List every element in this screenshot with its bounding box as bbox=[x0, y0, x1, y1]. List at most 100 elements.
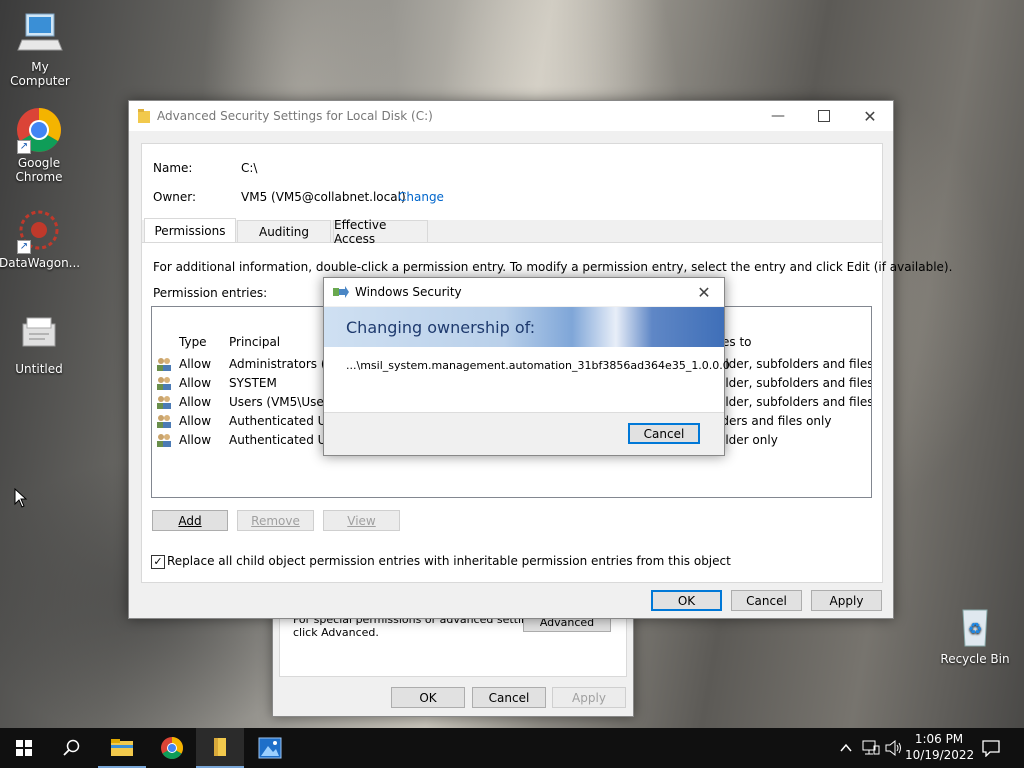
entry-applies-to: lders and files only bbox=[718, 414, 832, 428]
entry-type: Allow bbox=[179, 433, 212, 447]
windows-logo-icon bbox=[16, 740, 32, 756]
taskbar: 1:06 PM 10/19/2022 bbox=[0, 728, 1024, 768]
desktop-icon-label: Untitled bbox=[15, 362, 63, 376]
entry-applies-to: older, subfolders and files bbox=[718, 395, 872, 409]
clock-time: 1:06 PM bbox=[914, 732, 964, 746]
add-button[interactable]: Add bbox=[152, 510, 228, 531]
chevron-up-icon[interactable] bbox=[839, 741, 853, 755]
column-header-type[interactable]: Type bbox=[179, 335, 207, 349]
clock[interactable]: 1:06 PM 10/19/2022 bbox=[905, 731, 975, 765]
taskbar-security-settings[interactable] bbox=[196, 728, 244, 768]
chrome-icon: ↗ bbox=[15, 106, 63, 154]
photos-icon bbox=[258, 737, 282, 759]
desktop-icon-untitled[interactable]: Untitled bbox=[0, 312, 79, 376]
datawagon-icon: ↗ bbox=[15, 206, 63, 254]
start-button[interactable] bbox=[0, 728, 48, 768]
minimize-button[interactable]: — bbox=[755, 101, 801, 131]
window-titlebar[interactable]: Advanced Security Settings for Local Dis… bbox=[129, 101, 893, 131]
desktop-icon-label: Recycle Bin bbox=[940, 652, 1010, 666]
popup-banner: Changing ownership of: bbox=[324, 307, 724, 347]
ok-button[interactable]: OK bbox=[651, 590, 722, 611]
add-button-label: Add bbox=[178, 513, 202, 528]
maximize-icon bbox=[818, 110, 830, 122]
folder-icon bbox=[138, 109, 150, 123]
users-icon bbox=[157, 377, 171, 390]
clock-date: 10/19/2022 bbox=[905, 748, 975, 762]
desktop-icon-label: Google Chrome bbox=[15, 156, 63, 184]
permissions-info-text: For additional information, double-click… bbox=[153, 260, 953, 274]
users-icon bbox=[157, 415, 171, 428]
popup-titlebar[interactable]: Windows Security ✕ bbox=[324, 278, 724, 306]
popup-cancel-button[interactable]: Cancel bbox=[628, 423, 700, 444]
apply-button[interactable]: Apply bbox=[811, 590, 882, 611]
file-explorer-icon bbox=[111, 739, 133, 756]
desktop-icon-recycle-bin[interactable]: ♻ Recycle Bin bbox=[935, 602, 1015, 666]
network-icon[interactable] bbox=[862, 740, 880, 756]
permission-entries-label: Permission entries: bbox=[153, 286, 268, 300]
notification-icon[interactable] bbox=[982, 739, 1000, 757]
entry-applies-to: older only bbox=[718, 433, 778, 447]
name-value: C:\ bbox=[241, 161, 258, 175]
minimize-icon: — bbox=[771, 108, 785, 124]
name-label: Name: bbox=[153, 161, 193, 175]
search-icon bbox=[63, 739, 80, 756]
ownership-path: ...\msil_system.management.automation_31… bbox=[346, 359, 730, 372]
computer-icon bbox=[16, 10, 64, 58]
owner-value: VM5 (VM5@collabnet.local) bbox=[241, 190, 406, 204]
remove-button-label: Remove bbox=[251, 513, 300, 528]
entry-principal: SYSTEM bbox=[229, 376, 277, 390]
popup-heading: Changing ownership of: bbox=[346, 318, 536, 337]
tab-strip: Permissions Auditing Effective Access bbox=[142, 218, 882, 246]
tab-auditing[interactable]: Auditing bbox=[237, 220, 331, 242]
shortcut-arrow-icon: ↗ bbox=[17, 240, 31, 254]
back-apply-button[interactable]: Apply bbox=[552, 687, 626, 708]
svg-text:♻: ♻ bbox=[968, 619, 982, 638]
view-button-label: View bbox=[347, 513, 376, 528]
volume-icon[interactable] bbox=[885, 740, 903, 756]
entry-type: Allow bbox=[179, 357, 212, 371]
back-cancel-button[interactable]: Cancel bbox=[472, 687, 546, 708]
close-button[interactable]: ✕ bbox=[847, 101, 893, 131]
desktop-icon-datawagon[interactable]: ↗ DataWagon... bbox=[0, 206, 81, 270]
windows-security-dialog: Windows Security ✕ Changing ownership of… bbox=[323, 277, 730, 456]
replace-child-permissions-label[interactable]: Replace all child object permission entr… bbox=[167, 554, 731, 568]
popup-content: ...\msil_system.management.automation_31… bbox=[324, 347, 730, 413]
users-icon bbox=[157, 396, 171, 409]
popup-close-button[interactable]: ✕ bbox=[684, 278, 724, 306]
close-icon: ✕ bbox=[697, 282, 711, 302]
taskbar-file-explorer[interactable] bbox=[98, 728, 146, 768]
view-button[interactable]: View bbox=[323, 510, 400, 531]
desktop-icon-google-chrome[interactable]: ↗ Google Chrome bbox=[0, 106, 79, 184]
entry-applies-to: older, subfolders and files bbox=[718, 357, 872, 371]
remove-button[interactable]: Remove bbox=[237, 510, 314, 531]
taskbar-photos[interactable] bbox=[246, 728, 294, 768]
mouse-cursor-icon bbox=[14, 488, 28, 508]
replace-child-permissions-checkbox[interactable]: ✓ bbox=[151, 555, 165, 569]
advanced-info-text-2: click Advanced. bbox=[293, 626, 379, 639]
folder-icon bbox=[214, 738, 226, 756]
users-icon bbox=[157, 358, 171, 371]
recycle-bin-icon: ♻ bbox=[951, 602, 999, 650]
column-header-principal[interactable]: Principal bbox=[229, 335, 280, 349]
tab-permissions[interactable]: Permissions bbox=[144, 218, 236, 242]
entry-type: Allow bbox=[179, 414, 212, 428]
taskbar-chrome[interactable] bbox=[148, 728, 196, 768]
back-ok-button[interactable]: OK bbox=[391, 687, 465, 708]
popup-title: Windows Security bbox=[355, 285, 462, 299]
change-owner-link[interactable]: Change bbox=[398, 190, 444, 204]
entry-type: Allow bbox=[179, 395, 212, 409]
tab-effective-access[interactable]: Effective Access bbox=[333, 218, 428, 246]
desktop-background: My Computer ↗ Google Chrome ↗ DataWagon.… bbox=[0, 0, 1024, 728]
search-button[interactable] bbox=[48, 728, 96, 768]
entry-applies-to: older, subfolders and files bbox=[718, 376, 872, 390]
owner-label: Owner: bbox=[153, 190, 197, 204]
document-icon bbox=[15, 312, 63, 360]
desktop-icon-label: DataWagon... bbox=[0, 256, 81, 270]
desktop-icon-my-computer[interactable]: My Computer bbox=[0, 10, 80, 88]
cancel-button[interactable]: Cancel bbox=[731, 590, 802, 611]
window-title: Advanced Security Settings for Local Dis… bbox=[157, 109, 433, 123]
column-header-applies-to[interactable]: es to bbox=[722, 335, 752, 349]
maximize-button[interactable] bbox=[801, 101, 847, 131]
desktop-icon-label: My Computer bbox=[10, 60, 70, 88]
transfer-arrow-icon bbox=[333, 286, 349, 298]
